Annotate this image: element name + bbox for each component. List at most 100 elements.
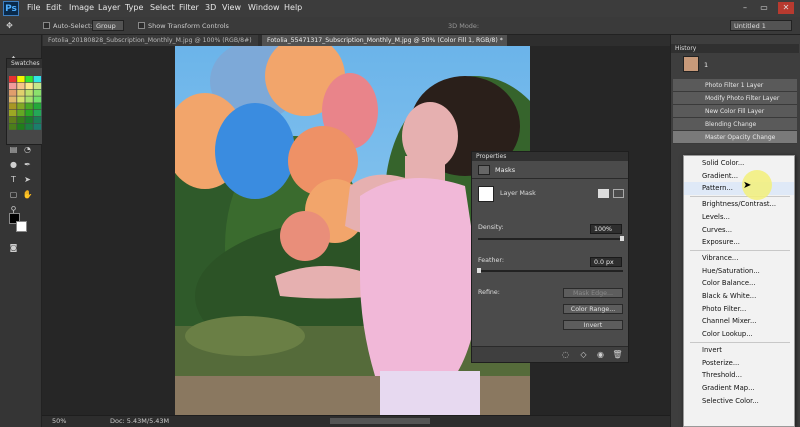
show-transform-checkbox[interactable] bbox=[138, 22, 145, 29]
swatch-cell[interactable] bbox=[25, 103, 33, 110]
swatch-cell[interactable] bbox=[33, 123, 41, 130]
swatch-cell[interactable] bbox=[33, 103, 41, 110]
swatch-cell[interactable] bbox=[33, 89, 41, 96]
mask-edge-button[interactable]: Mask Edge... bbox=[563, 288, 623, 298]
menu-item[interactable]: Levels... bbox=[684, 211, 794, 224]
maximize-button[interactable]: ▭ bbox=[756, 2, 772, 14]
swatch-cell[interactable] bbox=[9, 76, 17, 83]
swatch-cell[interactable] bbox=[25, 89, 33, 96]
history-item[interactable]: New Color Fill Layer bbox=[673, 105, 797, 118]
swatch-cell[interactable] bbox=[25, 116, 33, 123]
menu-item[interactable]: Threshold... bbox=[684, 369, 794, 382]
menu-item[interactable]: Gradient Map... bbox=[684, 382, 794, 395]
menu-item[interactable]: Color Lookup... bbox=[684, 328, 794, 341]
menu-item[interactable]: Channel Mixer... bbox=[684, 315, 794, 328]
density-input[interactable]: 100% bbox=[590, 224, 622, 234]
close-button[interactable]: ✕ bbox=[778, 2, 794, 14]
history-item[interactable]: Photo Filter 1 Layer bbox=[673, 79, 797, 92]
pen-icon[interactable]: ✒ bbox=[22, 159, 33, 170]
vector-mask-icon[interactable] bbox=[613, 189, 624, 198]
move-tool-icon[interactable]: ✥ bbox=[4, 20, 15, 31]
swatch-cell[interactable] bbox=[33, 110, 41, 117]
swatch-cell[interactable] bbox=[9, 82, 17, 89]
type-icon[interactable]: T bbox=[8, 174, 19, 185]
menu-filter[interactable]: Filter bbox=[179, 3, 199, 12]
menu-item[interactable]: Solid Color... bbox=[684, 157, 794, 170]
minimize-button[interactable]: – bbox=[737, 2, 753, 14]
dodge-icon[interactable]: ● bbox=[8, 159, 19, 170]
swatch-cell[interactable] bbox=[17, 76, 25, 83]
swatch-cell[interactable] bbox=[17, 123, 25, 130]
horizontal-scrollbar[interactable] bbox=[330, 418, 430, 424]
zoom-level[interactable]: 50% bbox=[52, 417, 66, 425]
swatch-cell[interactable] bbox=[33, 96, 41, 103]
pixel-mask-icon[interactable] bbox=[598, 189, 609, 198]
menu-window[interactable]: Window bbox=[248, 3, 280, 12]
menu-item[interactable]: Brightness/Contrast... bbox=[684, 198, 794, 211]
workspace-dropdown[interactable]: Untitled 1 bbox=[730, 20, 792, 31]
menu-item[interactable]: Vibrance... bbox=[684, 252, 794, 265]
history-snapshot-thumb[interactable] bbox=[683, 56, 699, 72]
swatch-cell[interactable] bbox=[9, 116, 17, 123]
density-slider-handle[interactable] bbox=[620, 236, 624, 241]
swatch-cell[interactable] bbox=[17, 82, 25, 89]
feather-slider[interactable] bbox=[478, 270, 623, 272]
path-select-icon[interactable]: ➤ bbox=[22, 174, 33, 185]
menu-view[interactable]: View bbox=[222, 3, 241, 12]
swatch-cell[interactable] bbox=[25, 96, 33, 103]
menu-item[interactable]: Posterize... bbox=[684, 357, 794, 370]
tab-document-1[interactable]: Fotolia_20180828_Subscription_Monthly_M.… bbox=[43, 35, 258, 46]
swatch-cell[interactable] bbox=[17, 89, 25, 96]
swatch-cell[interactable] bbox=[33, 82, 41, 89]
layer-mask-thumbnail[interactable] bbox=[478, 186, 494, 202]
history-item[interactable]: Modify Photo Filter Layer bbox=[673, 92, 797, 105]
feather-input[interactable]: 0.0 px bbox=[590, 257, 622, 267]
invert-button[interactable]: Invert bbox=[563, 320, 623, 330]
swatch-cell[interactable] bbox=[17, 110, 25, 117]
menu-3d[interactable]: 3D bbox=[205, 3, 216, 12]
swatch-cell[interactable] bbox=[9, 89, 17, 96]
history-item-active[interactable]: Master Opacity Change bbox=[673, 131, 797, 144]
swatch-cell[interactable] bbox=[25, 82, 33, 89]
history-item[interactable]: Blending Change bbox=[673, 118, 797, 131]
auto-select-dropdown[interactable]: Group bbox=[92, 20, 124, 31]
menu-image[interactable]: Image bbox=[69, 3, 94, 12]
swatch-cell[interactable] bbox=[9, 123, 17, 130]
hand-icon[interactable]: ✋ bbox=[22, 189, 33, 200]
menu-item[interactable]: Hue/Saturation... bbox=[684, 265, 794, 278]
menu-file[interactable]: File bbox=[27, 3, 40, 12]
swatch-cell[interactable] bbox=[33, 116, 41, 123]
menu-select[interactable]: Select bbox=[150, 3, 175, 12]
swatch-cell[interactable] bbox=[25, 110, 33, 117]
load-selection-icon[interactable]: ◌ bbox=[560, 349, 571, 360]
menu-edit[interactable]: Edit bbox=[46, 3, 62, 12]
menu-layer[interactable]: Layer bbox=[98, 3, 120, 12]
swatch-cell[interactable] bbox=[17, 96, 25, 103]
color-range-button[interactable]: Color Range... bbox=[563, 304, 623, 314]
menu-type[interactable]: Type bbox=[125, 3, 143, 12]
blur-icon[interactable]: ◔ bbox=[22, 144, 33, 155]
swatch-cell[interactable] bbox=[33, 76, 41, 83]
swatch-cell[interactable] bbox=[25, 76, 33, 83]
menu-help[interactable]: Help bbox=[284, 3, 302, 12]
menu-item[interactable]: Pattern... bbox=[684, 182, 794, 196]
swatch-cell[interactable] bbox=[9, 103, 17, 110]
quick-mask-icon[interactable]: ◙ bbox=[8, 242, 19, 253]
menu-item[interactable]: Exposure... bbox=[684, 236, 794, 249]
delete-mask-icon[interactable]: 🗑 bbox=[612, 349, 623, 360]
swatch-cell[interactable] bbox=[9, 110, 17, 117]
menu-item[interactable]: Black & White... bbox=[684, 290, 794, 303]
visibility-icon[interactable]: ◉ bbox=[595, 349, 606, 360]
swatch-cell[interactable] bbox=[17, 103, 25, 110]
menu-item[interactable]: Invert bbox=[684, 344, 794, 357]
apply-mask-icon[interactable]: ◇ bbox=[578, 349, 589, 360]
feather-slider-handle[interactable] bbox=[477, 268, 481, 273]
shape-icon[interactable]: ▢ bbox=[8, 189, 19, 200]
menu-item[interactable]: Color Balance... bbox=[684, 277, 794, 290]
menu-item[interactable]: Photo Filter... bbox=[684, 303, 794, 316]
auto-select-checkbox[interactable] bbox=[43, 22, 50, 29]
background-color-swatch[interactable] bbox=[16, 221, 27, 232]
swatch-cell[interactable] bbox=[9, 96, 17, 103]
swatch-cell[interactable] bbox=[17, 116, 25, 123]
menu-item[interactable]: Curves... bbox=[684, 224, 794, 237]
